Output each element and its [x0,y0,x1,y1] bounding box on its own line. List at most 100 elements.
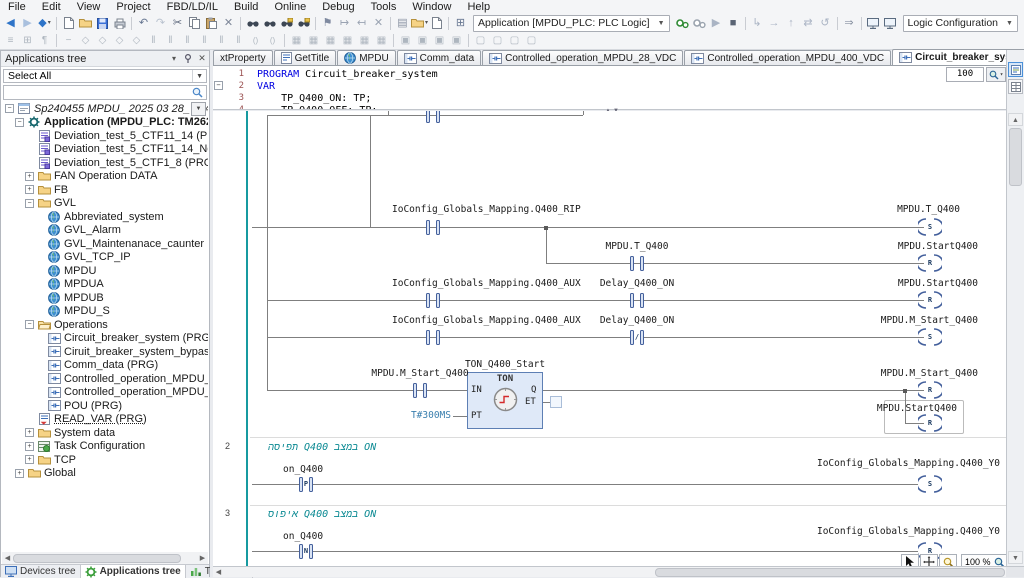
operand-label[interactable]: on_Q400 [283,532,323,542]
bookmark-toggle-button[interactable]: ⚑ [319,15,336,31]
insert-label-button[interactable]: ▢ [506,33,523,49]
tree-expander[interactable]: − [5,104,14,113]
menu-tools[interactable]: Tools [363,0,405,14]
tree-expander[interactable]: + [25,428,34,437]
ladder-coil-s[interactable]: S [918,328,942,346]
tree-item[interactable]: −Operations [2,318,208,332]
tree-item[interactable]: Deviation_test_5_CTF1_8 (PRG) [2,156,208,170]
declaration-view-toggle[interactable] [1008,62,1023,77]
start-button[interactable]: ▶ [708,15,725,31]
search-input[interactable] [4,87,189,98]
menu-fbd-ld-il[interactable]: FBD/LD/IL [159,0,226,14]
search-replace-button[interactable] [261,15,278,31]
operand-label[interactable]: IoConfig_Globals_Mapping.Q400_Y0 [817,527,1000,537]
insert-box6-button[interactable]: ▦ [373,33,390,49]
display-mode-button[interactable] [865,15,882,31]
menu-online[interactable]: Online [266,0,314,14]
nav-back-button[interactable]: ◀ [2,15,19,31]
tree-item[interactable]: +FAN Operation DATA [2,170,208,184]
editor-tab-xtproperty[interactable]: xtProperty [213,50,273,65]
insert-coil-pair-button[interactable]: () [247,33,264,49]
tree-item[interactable]: +Global [2,467,208,481]
editor-tab-circuit_breaker_system[interactable]: Circuit_breaker_system✕ [892,49,1024,65]
tree-expander[interactable]: + [25,442,34,451]
insert-op3-button[interactable]: ▣ [431,33,448,49]
nav-history-button[interactable]: ◆▾ [36,15,53,31]
insert-coil-pair2-button[interactable]: () [264,33,281,49]
tree-item[interactable]: Deviation_test_5_CTF11_14_New (PRG) [2,143,208,157]
search-button[interactable] [244,15,261,31]
tree-item[interactable]: +FB [2,183,208,197]
search-prev-button[interactable] [295,15,312,31]
insert-negated-contact-button[interactable]: ◇ [128,33,145,49]
copy-button[interactable] [186,15,203,31]
insert-set-coil-button[interactable]: ‖ [162,33,179,49]
insert-coil-button[interactable]: ‖ [145,33,162,49]
insert-jump-button[interactable]: ▢ [472,33,489,49]
tree-item[interactable]: GVL_TCP_IP [2,251,208,265]
tree-item[interactable]: READ_VAR (PRG) [2,413,208,427]
declaration-editor[interactable]: 1PROGRAM Circuit_breaker_system2VAR3 TP_… [213,66,1006,110]
insert-execute-button[interactable]: ▢ [523,33,540,49]
delete-button[interactable]: ✕ [220,15,237,31]
new-project-button[interactable] [60,15,77,31]
ladder-coil-s[interactable]: S [918,475,942,493]
insert-return-button[interactable]: ▢ [489,33,506,49]
editor-tab-comm_data[interactable]: Comm_data [397,50,481,65]
tree-item[interactable]: Comm_data (PRG) [2,359,208,373]
save-project-button[interactable] [94,15,111,31]
tree-item[interactable]: MPDUB [2,291,208,305]
operand-label[interactable]: MPDU.StartQ400 [898,279,978,289]
ladder-contact[interactable] [426,220,440,235]
declaration-line[interactable]: 1PROGRAM Circuit_breaker_system [213,68,1006,80]
ladder-contact[interactable] [413,383,427,398]
ladder-contact[interactable] [426,111,440,123]
tree-item[interactable]: −GVL [2,197,208,211]
insert-branch-above-button[interactable]: ‖ [213,33,230,49]
insert-reset-coil-button[interactable]: ‖ [179,33,196,49]
login-button[interactable] [674,15,691,31]
tree-item[interactable]: −Application (MPDU_PLC: TM262L10MESE8 [2,116,208,130]
active-application-selector[interactable]: Application [MPDU_PLC: PLC Logic]▼ [473,15,670,32]
operand-label[interactable]: MPDU.StartQ400 [877,404,957,414]
operand-label[interactable]: T#300MS [411,411,451,421]
ladder-coil-r[interactable]: R [918,254,942,272]
menu-help[interactable]: Help [459,0,498,14]
visualization-button[interactable] [882,15,899,31]
tree-item[interactable]: Circuit_breaker_system (PRG) [2,332,208,346]
open-project-button[interactable] [77,15,94,31]
flow-control-button[interactable]: ⇒ [841,15,858,31]
vertical-scrollbar-thumb[interactable] [1009,128,1022,186]
menu-window[interactable]: Window [404,0,459,14]
declaration-zoom-value[interactable]: 100 [946,67,984,82]
logic-configuration-selector[interactable]: Logic Configuration▼ [903,15,1018,32]
insert-op2-button[interactable]: ▣ [414,33,431,49]
insert-op1-button[interactable]: ▣ [397,33,414,49]
tree-item[interactable]: Controlled_operation_MPDU_400_VDC [2,386,208,400]
ladder-coil-s[interactable]: S [918,218,942,236]
menu-build[interactable]: Build [226,0,266,14]
tree-item[interactable]: MPDUA [2,278,208,292]
tree-expander[interactable]: + [15,469,24,478]
tree-expander[interactable]: − [25,199,34,208]
ladder-coil-r[interactable]: R [918,381,942,399]
step-out-button[interactable]: ↑ [783,15,800,31]
bookmark-next-button[interactable]: ↦ [336,15,353,31]
menu-debug[interactable]: Debug [314,0,362,14]
ladder-contact-edge-n[interactable]: N [299,544,313,559]
insert-box1-button[interactable]: ▦ [288,33,305,49]
step-into-button[interactable]: ↳ [749,15,766,31]
ton-instance-name[interactable]: TON_Q400_Start [465,359,545,370]
tree-item[interactable]: +TCP [2,453,208,467]
stop-button[interactable]: ■ [725,15,742,31]
operand-label[interactable]: IoConfig_Globals_Mapping.Q400_Y0 [817,459,1000,469]
declaration-line[interactable]: 3 TP_Q400_ON: TP; [213,92,1006,104]
redo-button[interactable]: ↷ [152,15,169,31]
bookmark-prev-button[interactable]: ↤ [353,15,370,31]
operand-label[interactable]: IoConfig_Globals_Mapping.Q400_AUX [392,279,581,289]
operand-label[interactable]: IoConfig_Globals_Mapping.Q400_AUX [392,316,581,326]
view-network-button[interactable]: ≡ [2,33,19,49]
operand-label[interactable]: IoConfig_Globals_Mapping.Q400_RIP [392,205,581,215]
step-over-button[interactable]: → [766,15,783,31]
insert-box2-button[interactable]: ▦ [305,33,322,49]
